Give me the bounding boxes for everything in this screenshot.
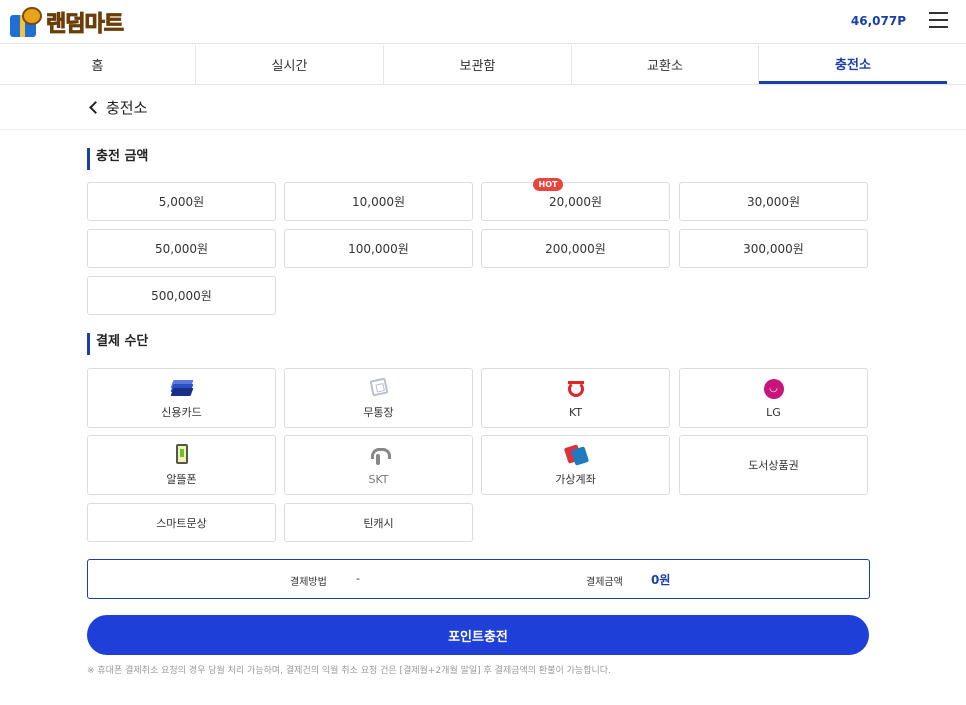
back-arrow-icon[interactable] [88, 100, 100, 114]
payment-label: 도서상품권 [748, 459, 799, 472]
mobile-phone-icon [175, 444, 188, 464]
payment-label: KT [568, 405, 583, 419]
main-tabs: 홈 실시간 보관함 교환소 충전소 [0, 45, 966, 85]
amount-option-300000[interactable]: 300,000원 [679, 229, 868, 268]
tab-realtime[interactable]: 실시간 [196, 45, 384, 84]
payment-label: 무통장 [363, 406, 394, 419]
amount-option-500000[interactable]: 500,000원 [87, 276, 276, 315]
points-balance: 46,077P [850, 14, 906, 28]
site-logo[interactable]: 랜덤마트 [10, 3, 125, 41]
payment-method-value: - [356, 572, 360, 585]
payment-book-voucher[interactable]: 도서상품권 [679, 435, 868, 495]
tab-storage[interactable]: 보관함 [384, 45, 572, 84]
payment-summary-box: 결제방법 - 결제금액 0원 [87, 559, 870, 599]
payment-label: 스마트문상 [156, 516, 207, 530]
skt-logo-icon [370, 446, 391, 466]
payment-label: LG [766, 405, 781, 419]
top-header: 랜덤마트 46,077P [0, 0, 966, 44]
gift-box-logo-icon [10, 7, 44, 37]
amount-option-10000[interactable]: 10,000원 [284, 182, 473, 221]
payment-lg[interactable]: ◡ LG [679, 368, 868, 428]
payment-bank-transfer[interactable]: 무통장 [284, 368, 473, 428]
tab-charge-station[interactable]: 충전소 [759, 45, 947, 84]
payment-method-label: 결제방법 [290, 577, 327, 588]
payment-amount-value: 0원 [651, 573, 671, 587]
payment-virtual-account[interactable]: 가상계좌 [481, 435, 670, 495]
hamburger-menu-icon[interactable] [929, 12, 948, 30]
payment-label: SKT [368, 472, 389, 486]
payment-label: 틴캐시 [363, 516, 394, 530]
payment-teencash[interactable]: 틴캐시 [284, 503, 473, 542]
amount-option-20000[interactable]: 20,000원 [481, 182, 670, 221]
page-title-bar: 충전소 [0, 86, 966, 130]
logo-text: 랜덤마트 [46, 12, 125, 38]
amount-option-30000[interactable]: 30,000원 [679, 182, 868, 221]
payment-kt[interactable]: KT [481, 368, 670, 428]
payment-label: 신용카드 [161, 406, 202, 419]
kt-logo-icon [567, 380, 584, 397]
amount-option-5000[interactable]: 5,000원 [87, 182, 276, 221]
amount-section-title: 충전 금액 [87, 148, 148, 170]
lg-logo-icon: ◡ [763, 378, 784, 399]
amount-option-50000[interactable]: 50,000원 [87, 229, 276, 268]
payment-credit-card[interactable]: 신용카드 [87, 368, 276, 428]
refund-notice: ※ 휴대폰 결제취소 요청의 경우 당월 처리 가능하며, 결제건의 익월 취소… [87, 666, 611, 676]
amount-option-200000[interactable]: 200,000원 [481, 229, 670, 268]
hot-badge: HOT [533, 178, 563, 191]
payment-smart-culture-voucher[interactable]: 스마트문상 [87, 503, 276, 542]
tab-home[interactable]: 홈 [0, 45, 196, 84]
virtual-account-icon [563, 444, 589, 466]
tab-exchange[interactable]: 교환소 [572, 45, 759, 84]
point-charge-button[interactable]: 포인트충전 [87, 615, 869, 655]
bank-transfer-icon [369, 377, 388, 397]
payment-amount-label: 결제금액 [586, 577, 623, 588]
payment-label: 알뜰폰 [166, 473, 197, 486]
amount-option-100000[interactable]: 100,000원 [284, 229, 473, 268]
payment-skt[interactable]: SKT [284, 435, 473, 495]
page-title: 충전소 [106, 99, 148, 117]
payment-mvno-phone[interactable]: 알뜰폰 [87, 435, 276, 495]
credit-card-icon [170, 380, 193, 396]
payment-section-title: 결제 수단 [87, 333, 148, 355]
payment-label: 가상계좌 [555, 473, 596, 486]
